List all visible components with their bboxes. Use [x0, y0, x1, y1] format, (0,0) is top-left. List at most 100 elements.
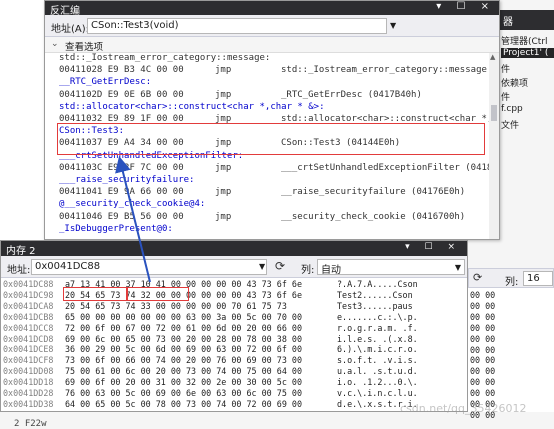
disasm-mnemonic: jmp: [215, 187, 232, 198]
side-memory-toolbar: ⟳ 列: 16: [468, 268, 554, 288]
memory-row-bytes: 65 00 00 00 00 00 00 00 63 00 3a 00 5c 0…: [65, 311, 302, 322]
side-memory-row: 00 00: [470, 355, 496, 366]
memory-row-ascii: i.o. .1.2...0.\.: [337, 377, 418, 388]
disassembly-address-input[interactable]: CSon::Test3(void): [87, 18, 387, 34]
disasm-address-bytes: 0041102D E9 0E 6B 00 00: [59, 89, 184, 100]
memory-address-bar: 地址: 0x0041DC88 ▼ ⟳ 列: 自动 ▼: [1, 256, 467, 278]
disassembly-window: 反汇编 ▾ ☐ × 地址(A): CSon::Test3(void) ▼ ⌄ 查…: [44, 0, 500, 240]
solution-explorer-title: 器: [503, 17, 513, 28]
solution-explorer-item[interactable]: Project1' (: [501, 48, 554, 58]
memory-row-address: 0x0041DD18: [3, 377, 54, 388]
memory-address-input[interactable]: 0x0041DC88: [31, 259, 267, 275]
disasm-operand: _RTC_GetErrDesc (0417B40h): [281, 89, 422, 100]
side-column-input[interactable]: 16: [523, 271, 553, 286]
memory-row-bytes: 20 54 65 73 74 33 00 00 00 00 00 70 61 7…: [65, 300, 287, 311]
memory-row-bytes: 72 00 6f 00 67 00 72 00 61 00 6d 00 20 0…: [65, 322, 302, 333]
disasm-address-bytes: 00411041 E9 9A 66 00 00: [59, 187, 184, 198]
side-memory-rows[interactable]: 00 00 00 00 00 00 00 00 00 00 00 00 00 00 00 00…: [468, 288, 554, 420]
disasm-address-bytes: std::allocator<char>::construct<char *,c…: [59, 101, 325, 112]
disasm-address-bytes: 00411028 E9 B3 4C 00 00: [59, 65, 184, 76]
side-memory-row: 00 00: [470, 366, 496, 377]
solution-explorer-item[interactable]: 文件: [501, 118, 519, 131]
memory-row-address: 0x0041DCF8: [3, 355, 54, 366]
disassembly-address-bar: 地址(A): CSon::Test3(void) ▼: [45, 15, 499, 37]
disasm-mnemonic: jmp: [215, 89, 232, 100]
column-select[interactable]: 自动 ▼: [317, 259, 465, 276]
disasm-operand: __raise_securityfailure (04176E0h): [281, 187, 466, 198]
memory-row-ascii: s.o.f.t. .v.i.s.: [337, 355, 418, 366]
memory-row-address: 0x0041DCA8: [3, 300, 54, 311]
side-memory-row: 00 00: [470, 322, 496, 333]
highlight-box: [57, 123, 485, 155]
memory-row-bytes: 69 00 6f 00 20 00 31 00 32 00 2e 00 30 0…: [65, 377, 302, 388]
highlight-box: [127, 287, 189, 301]
side-memory-row: 00 00: [470, 311, 496, 322]
disasm-address-bytes: 0041103C E9 2F 7C 00 00: [59, 162, 184, 173]
refresh-icon[interactable]: ⟳: [275, 259, 285, 273]
memory-title: 内存 2: [6, 246, 36, 257]
disasm-address-bytes: _IsDebuggerPresent@0:: [59, 223, 173, 234]
disasm-operand: std::_Iostream_error_category::message (…: [281, 65, 489, 76]
scroll-up-icon[interactable]: ▲: [490, 53, 495, 61]
memory-row-ascii: ?.A.7.A.....Cson: [337, 279, 418, 289]
disasm-address-bytes: __RTC_GetErrDesc:: [59, 77, 152, 88]
collapse-chevron-icon[interactable]: ⌄: [51, 39, 59, 49]
column-select-value: 自动: [321, 265, 341, 276]
column-label: 列:: [301, 265, 315, 276]
solution-explorer-item[interactable]: 件: [501, 62, 510, 75]
refresh-icon[interactable]: ⟳: [473, 271, 482, 284]
disassembly-window-buttons[interactable]: ▾ ☐ ×: [436, 1, 495, 12]
disasm-address-bytes: @__security_check_cookie@4:: [59, 199, 206, 210]
memory-row-address: 0x0041DC88: [3, 279, 54, 289]
scrollbar-thumb[interactable]: [491, 105, 497, 121]
memory-row-ascii: u.a.l. .s.t.u.d.: [337, 366, 418, 377]
memory-row-ascii: Test2......Cson: [337, 289, 413, 300]
memory-row-address: 0x0041DCB8: [3, 311, 54, 322]
disasm-operand: ___crtSetUnhandledExceptionFilter (0418C: [281, 162, 489, 173]
disassembly-scrollbar[interactable]: ▲: [489, 53, 499, 239]
memory-row-address: 0x0041DCD8: [3, 333, 54, 344]
solution-explorer-item[interactable]: f.cpp: [501, 104, 523, 114]
memory-row-bytes: 64 00 65 00 5c 00 78 00 73 00 74 00 72 0…: [65, 398, 302, 409]
memory-row-ascii: 6.).\.m.i.c.r.o.: [337, 344, 418, 355]
solution-explorer-item[interactable]: 件: [501, 90, 510, 103]
disassembly-titlebar[interactable]: 反汇编 ▾ ☐ ×: [45, 1, 499, 17]
side-memory-row: 00 00: [470, 388, 496, 399]
chevron-down-icon[interactable]: ▼: [259, 262, 265, 271]
memory-row-address: 0x0041DD08: [3, 366, 54, 377]
memory-address-label: 地址:: [7, 265, 31, 276]
disasm-operand: __security_check_cookie (0416700h): [281, 211, 466, 222]
side-memory-row: 00 00: [470, 377, 496, 388]
side-column-label: 列:: [505, 277, 519, 288]
disasm-mnemonic: jmp: [215, 162, 232, 173]
disassembly-address-label: 地址(A):: [51, 24, 90, 35]
memory-row-address: 0x0041DC98: [3, 289, 54, 300]
memory-row-address: 0x0041DCC8: [3, 322, 54, 333]
chevron-down-icon[interactable]: ▼: [455, 263, 461, 272]
disasm-address-bytes: ___raise_securityfailure:: [59, 175, 195, 185]
memory-row-address: 0x0041DCE8: [3, 344, 54, 355]
memory-row-ascii: Test3......paus: [337, 300, 413, 311]
side-memory-row: 00 00: [470, 300, 496, 311]
memory-titlebar[interactable]: 内存 2 ▾ ☐ ×: [1, 241, 467, 257]
memory-row-bytes: 36 00 29 00 5c 00 6d 00 69 00 63 00 72 0…: [65, 344, 302, 355]
highlight-box: [63, 287, 127, 301]
memory-window-buttons[interactable]: ▾ ☐ ×: [405, 242, 461, 252]
bottom-strip-text: 2 F22w: [14, 419, 47, 429]
solution-explorer-item[interactable]: 管理器(Ctrl: [501, 34, 548, 47]
chevron-down-icon[interactable]: ▼: [390, 21, 396, 30]
memory-row-ascii: r.o.g.r.a.m. .f.: [337, 322, 418, 333]
side-memory-row: 00 00: [470, 290, 496, 300]
memory-row-bytes: 73 00 6f 00 66 00 74 00 20 00 76 00 69 0…: [65, 355, 302, 366]
memory-row-bytes: 76 00 63 00 5c 00 69 00 6e 00 63 00 6c 0…: [65, 388, 302, 398]
solution-explorer-item[interactable]: 依赖项: [501, 76, 528, 89]
side-memory-row: 00 00: [470, 333, 496, 344]
memory-row-address: 0x0041DD28: [3, 388, 54, 398]
memory-row-address: 0x0041DD38: [3, 398, 54, 409]
disasm-mnemonic: jmp: [215, 65, 232, 76]
memory-window: 内存 2 ▾ ☐ × 地址: 0x0041DC88 ▼ ⟳ 列: 自动 ▼ 0x…: [0, 240, 468, 412]
memory-row-bytes: 69 00 6c 00 65 00 73 00 20 00 28 00 78 0…: [65, 333, 302, 344]
memory-row-bytes: 75 00 61 00 6c 00 20 00 73 00 74 00 75 0…: [65, 366, 302, 377]
view-options-bar[interactable]: ⌄ 查看选项: [45, 37, 499, 53]
watermark: csdn.net/qq_35426012: [400, 402, 527, 415]
